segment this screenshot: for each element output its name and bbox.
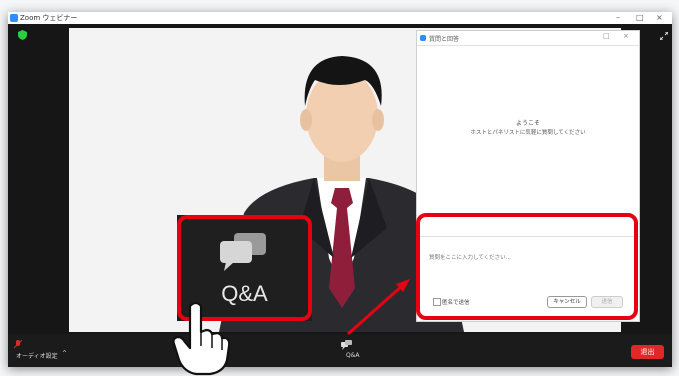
shield-icon[interactable] xyxy=(18,30,27,40)
close-icon[interactable]: × xyxy=(656,12,663,24)
input-area-highlight xyxy=(416,213,638,320)
audio-settings-chevron-icon[interactable]: ^ xyxy=(62,350,67,357)
zoom-logo-icon xyxy=(10,14,18,22)
panel-close-icon[interactable]: × xyxy=(623,32,629,40)
qa-toolbar-label[interactable]: Q&A xyxy=(346,352,360,359)
maximize-icon[interactable]: □ xyxy=(636,12,644,24)
panel-maximize-icon[interactable]: □ xyxy=(603,32,610,40)
fullscreen-icon[interactable] xyxy=(660,32,668,40)
title-bar: Zoom ウェビナー – □ × xyxy=(8,12,672,24)
qa-panel-title: 質問と回答 xyxy=(429,36,460,43)
zoom-logo-icon xyxy=(420,35,426,41)
audio-settings-button[interactable]: オーディオ設定 xyxy=(16,351,58,360)
welcome-text: ホストとパネリストに気軽に質問してください xyxy=(470,130,586,136)
hand-pointer-icon xyxy=(172,301,230,376)
minimize-icon[interactable]: – xyxy=(616,12,620,24)
divider xyxy=(417,45,639,46)
welcome-title: ようこそ xyxy=(515,120,540,127)
mic-muted-icon[interactable] xyxy=(14,340,22,349)
leave-button[interactable]: 退出 xyxy=(631,345,664,359)
qa-toolbar-icon[interactable] xyxy=(341,340,353,350)
window-title: Zoom ウェビナー xyxy=(20,14,78,22)
arrow-icon xyxy=(347,279,410,336)
